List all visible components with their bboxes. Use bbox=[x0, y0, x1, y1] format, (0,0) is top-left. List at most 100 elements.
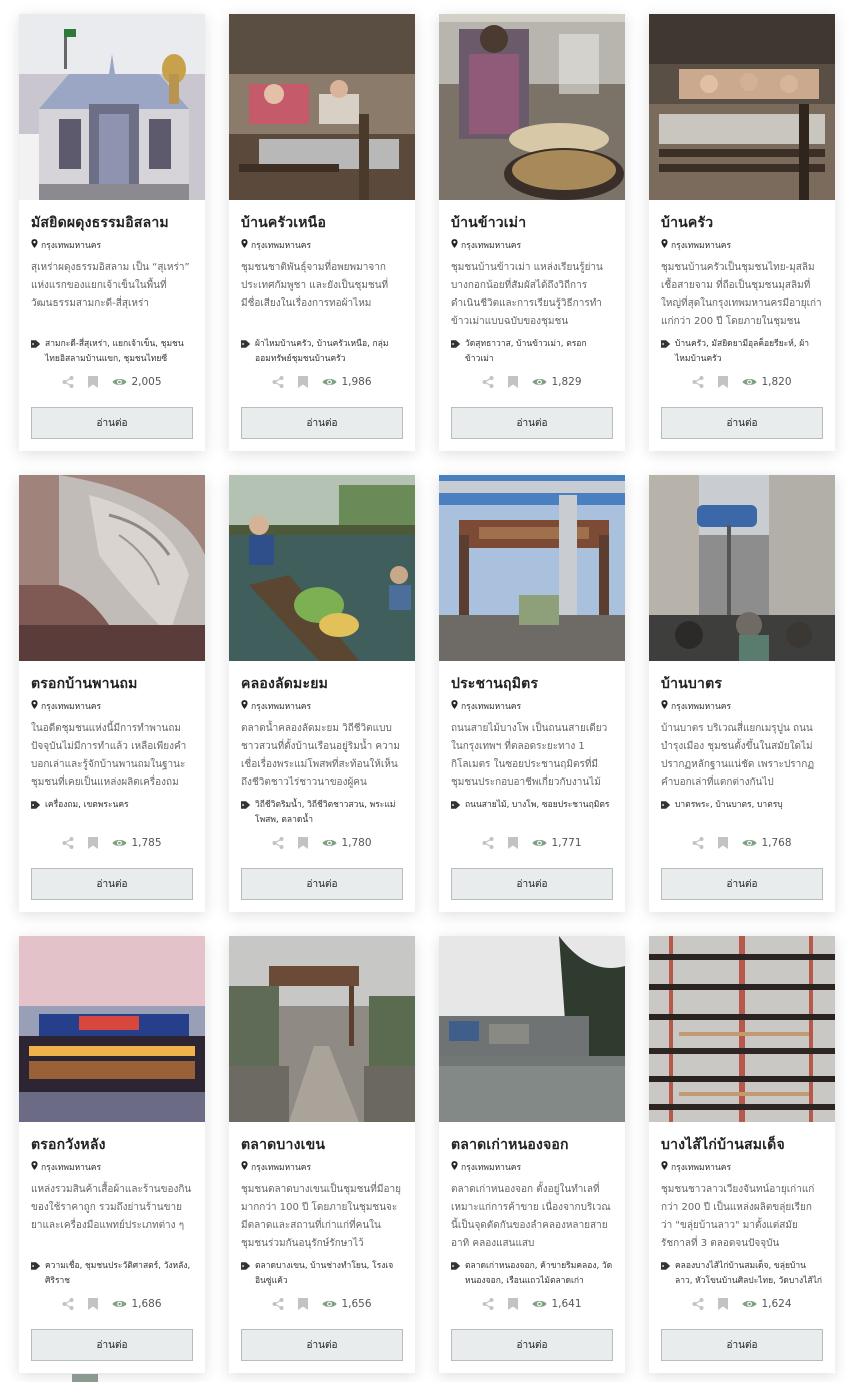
community-photo[interactable] bbox=[439, 936, 625, 1122]
card-title[interactable]: บางไส้ไก่บ้านสมเด็จ bbox=[661, 1134, 823, 1156]
card-title[interactable]: ตลาดบางเขน bbox=[241, 1134, 403, 1156]
read-more-button[interactable]: อ่านต่อ bbox=[451, 868, 613, 900]
bookmark-icon[interactable] bbox=[298, 1298, 309, 1310]
bookmark-icon[interactable] bbox=[88, 1298, 99, 1310]
community-photo[interactable] bbox=[439, 14, 625, 200]
tag-icon bbox=[661, 337, 671, 354]
card-title[interactable]: บ้านข้าวเม่า bbox=[451, 212, 613, 234]
share-icon[interactable] bbox=[62, 837, 74, 849]
tag-text[interactable]: บ้านครัว, มัสยิดยามีอุลค็อยรียะห์, ผ้าไห… bbox=[675, 337, 823, 367]
share-icon[interactable] bbox=[272, 837, 284, 849]
tag-text[interactable]: ถนนสายไม้, บางโพ, ซอยประชานฤมิตร bbox=[465, 798, 609, 813]
bookmark-icon[interactable] bbox=[508, 837, 519, 849]
bookmark-icon[interactable] bbox=[508, 376, 519, 388]
read-more-button[interactable]: อ่านต่อ bbox=[661, 1329, 823, 1361]
read-more-button[interactable]: อ่านต่อ bbox=[661, 868, 823, 900]
card-title[interactable]: ตรอกวังหลัง bbox=[31, 1134, 193, 1156]
read-more-button[interactable]: อ่านต่อ bbox=[451, 1329, 613, 1361]
tag-list: สามกะดี-สี่สุเหร่า, แยกเจ้าเข็น, ชุมชนไท… bbox=[31, 337, 193, 367]
community-photo[interactable] bbox=[19, 936, 205, 1122]
view-count-value: 1,785 bbox=[131, 837, 162, 849]
read-more-button[interactable]: อ่านต่อ bbox=[31, 407, 193, 439]
card-body: ตรอกบ้านพานถม กรุงเทพมหานคร ในอดีตชุมชนแ… bbox=[19, 661, 205, 868]
share-icon[interactable] bbox=[482, 376, 494, 388]
card-body: ตลาดเก่าหนองจอก กรุงเทพมหานคร ตลาดเก่าหน… bbox=[439, 1122, 625, 1329]
community-photo[interactable] bbox=[19, 14, 205, 200]
community-photo[interactable] bbox=[19, 475, 205, 661]
read-more-button[interactable]: อ่านต่อ bbox=[241, 1329, 403, 1361]
bookmark-icon[interactable] bbox=[718, 1298, 729, 1310]
tag-list: เครื่องถม, เขตพระนคร bbox=[31, 798, 193, 815]
tag-text[interactable]: วิถีชีวิตริมน้ำ, วิถีชีวิตชาวสวน, พระแม่… bbox=[255, 798, 403, 828]
tag-text[interactable]: ผ้าไหมบ้านครัว, บ้านครัวเหนือ, กลุ่มออมท… bbox=[255, 337, 403, 367]
community-photo[interactable] bbox=[649, 475, 835, 661]
share-icon[interactable] bbox=[62, 1298, 74, 1310]
map-pin-icon bbox=[451, 700, 458, 712]
card-description: ชุมชนชาติพันธุ์จามที่อพยพมาจากประเทศกัมพ… bbox=[241, 262, 389, 309]
share-icon[interactable] bbox=[62, 376, 74, 388]
community-photo[interactable] bbox=[439, 475, 625, 661]
view-count: 1,624 bbox=[742, 1298, 792, 1310]
bookmark-icon[interactable] bbox=[88, 837, 99, 849]
bookmark-icon[interactable] bbox=[88, 376, 99, 388]
eye-icon bbox=[742, 1299, 757, 1309]
card-title[interactable]: บ้านครัว bbox=[661, 212, 823, 234]
tag-text[interactable]: ตลาดเก่าหนองจอก, ค้าขายริมคลอง, วัดหนองจ… bbox=[465, 1259, 613, 1289]
tag-text[interactable]: บาตรพระ, บ้านบาตร, บาตรบุ bbox=[675, 798, 783, 813]
card-stats: 1,785 bbox=[31, 828, 193, 858]
card-body: บ้านครัว กรุงเทพมหานคร ชุมชนบ้านครัวเป็น… bbox=[649, 200, 835, 407]
tag-text[interactable]: ความเชื่อ, ชุมชนประวัติศาสตร์, วังหลัง, … bbox=[45, 1259, 193, 1289]
share-icon[interactable] bbox=[692, 837, 704, 849]
bookmark-icon[interactable] bbox=[718, 376, 729, 388]
card-title[interactable]: ประชานฤมิตร bbox=[451, 673, 613, 695]
tag-icon bbox=[241, 337, 251, 354]
share-icon[interactable] bbox=[272, 1298, 284, 1310]
community-card: ตรอกวังหลัง กรุงเทพมหานคร แหล่งรวมสินค้า… bbox=[19, 936, 205, 1373]
bookmark-icon[interactable] bbox=[298, 376, 309, 388]
share-icon[interactable] bbox=[692, 1298, 704, 1310]
card-title[interactable]: บ้านบาตร bbox=[661, 673, 823, 695]
share-icon[interactable] bbox=[482, 837, 494, 849]
read-more-button[interactable]: อ่านต่อ bbox=[241, 868, 403, 900]
share-icon[interactable] bbox=[272, 376, 284, 388]
community-photo[interactable] bbox=[229, 14, 415, 200]
read-more-button[interactable]: อ่านต่อ bbox=[31, 1329, 193, 1361]
read-more-button[interactable]: อ่านต่อ bbox=[31, 868, 193, 900]
tag-list: ความเชื่อ, ชุมชนประวัติศาสตร์, วังหลัง, … bbox=[31, 1259, 193, 1289]
bookmark-icon[interactable] bbox=[508, 1298, 519, 1310]
community-photo[interactable] bbox=[649, 14, 835, 200]
card-title[interactable]: มัสยิดผดุงธรรมอิสลาม bbox=[31, 212, 193, 234]
read-more-button[interactable]: อ่านต่อ bbox=[241, 407, 403, 439]
tag-text[interactable]: เครื่องถม, เขตพระนคร bbox=[45, 798, 129, 813]
map-pin-icon bbox=[241, 239, 248, 251]
bookmark-icon[interactable] bbox=[298, 837, 309, 849]
map-pin-icon bbox=[241, 700, 248, 712]
read-more-button[interactable]: อ่านต่อ bbox=[661, 407, 823, 439]
pagination-active-page[interactable] bbox=[72, 1374, 98, 1382]
tag-text[interactable]: วัดสุทธาวาส, บ้านข้าวเม่า, ตรอกข้าวเม่า bbox=[465, 337, 613, 367]
location-text: กรุงเทพมหานคร bbox=[41, 241, 102, 251]
community-photo[interactable] bbox=[649, 936, 835, 1122]
community-photo[interactable] bbox=[229, 936, 415, 1122]
share-icon[interactable] bbox=[482, 1298, 494, 1310]
tag-text[interactable]: สามกะดี-สี่สุเหร่า, แยกเจ้าเข็น, ชุมชนไท… bbox=[45, 337, 193, 367]
view-count-value: 1,986 bbox=[341, 376, 372, 388]
read-more-button[interactable]: อ่านต่อ bbox=[451, 407, 613, 439]
location-row: กรุงเทพมหานคร bbox=[241, 238, 403, 252]
share-icon[interactable] bbox=[692, 376, 704, 388]
tag-text[interactable]: ตลาดบางเขน, บ้านช่างทำโยน, โรงเจอินซู่แค… bbox=[255, 1259, 403, 1289]
card-title[interactable]: ตลาดเก่าหนองจอก bbox=[451, 1134, 613, 1156]
card-title[interactable]: คลองลัดมะยม bbox=[241, 673, 403, 695]
card-description: ชุมชนชาวลาวเวียงจันทน์อายุเก่าแก่กว่า 20… bbox=[661, 1184, 815, 1249]
eye-icon bbox=[322, 1299, 337, 1309]
card-stats: 1,641 bbox=[451, 1289, 613, 1319]
community-photo[interactable] bbox=[229, 475, 415, 661]
location-row: กรุงเทพมหานคร bbox=[241, 699, 403, 713]
bookmark-icon[interactable] bbox=[718, 837, 729, 849]
card-title[interactable]: บ้านครัวเหนือ bbox=[241, 212, 403, 234]
tag-text[interactable]: คลองบางไส้ไก่บ้านสมเด็จ, ขลุ่ยบ้านลาว, ห… bbox=[675, 1259, 823, 1289]
card-title[interactable]: ตรอกบ้านพานถม bbox=[31, 673, 193, 695]
view-count-value: 1,624 bbox=[761, 1298, 792, 1310]
eye-icon bbox=[742, 377, 757, 387]
community-card: ตลาดเก่าหนองจอก กรุงเทพมหานคร ตลาดเก่าหน… bbox=[439, 936, 625, 1373]
